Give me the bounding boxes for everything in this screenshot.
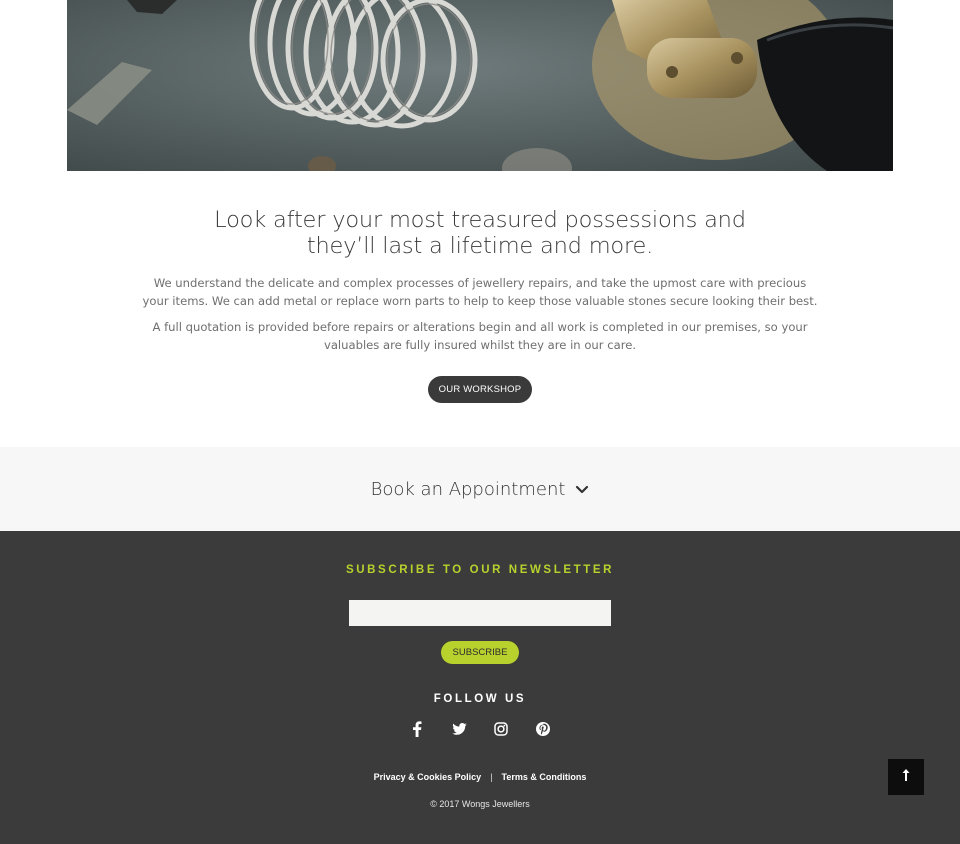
hero-image bbox=[67, 0, 893, 171]
back-to-top-button[interactable] bbox=[888, 759, 924, 795]
our-workshop-button[interactable]: OUR WORKSHOP bbox=[428, 376, 532, 403]
intro-heading: Look after your most treasured possessio… bbox=[214, 207, 746, 259]
footer-links: Privacy & Cookies Policy | Terms & Condi… bbox=[0, 772, 960, 782]
follow-us-title: FOLLOW US bbox=[433, 693, 527, 705]
site-footer: SUBSCRIBE TO OUR NEWSLETTER SUBSCRIBE FO… bbox=[0, 531, 960, 844]
twitter-icon[interactable] bbox=[447, 718, 471, 740]
privacy-policy-link[interactable]: Privacy & Cookies Policy bbox=[374, 772, 482, 782]
facebook-icon[interactable] bbox=[405, 718, 429, 740]
book-appointment-label: Book an Appointment bbox=[370, 478, 566, 500]
link-separator: | bbox=[490, 772, 493, 782]
chevron-down-icon bbox=[575, 482, 589, 500]
copyright-text: © 2017 Wongs Jewellers bbox=[430, 799, 530, 809]
terms-link[interactable]: Terms & Conditions bbox=[502, 772, 587, 782]
intro-paragraph-1: We understand the delicate and complex p… bbox=[142, 276, 818, 308]
pinterest-icon[interactable] bbox=[531, 718, 555, 740]
intro-paragraph-2: A full quotation is provided before repa… bbox=[152, 320, 808, 352]
intro-section: Look after your most treasured possessio… bbox=[0, 171, 960, 447]
book-appointment-toggle[interactable]: Book an Appointment bbox=[0, 447, 960, 531]
social-links bbox=[405, 718, 555, 740]
newsletter-email-input[interactable] bbox=[349, 600, 611, 626]
subscribe-button[interactable]: SUBSCRIBE bbox=[441, 641, 519, 664]
newsletter-title: SUBSCRIBE TO OUR NEWSLETTER bbox=[345, 564, 615, 576]
instagram-icon[interactable] bbox=[489, 718, 513, 740]
arrow-up-icon bbox=[901, 768, 911, 787]
